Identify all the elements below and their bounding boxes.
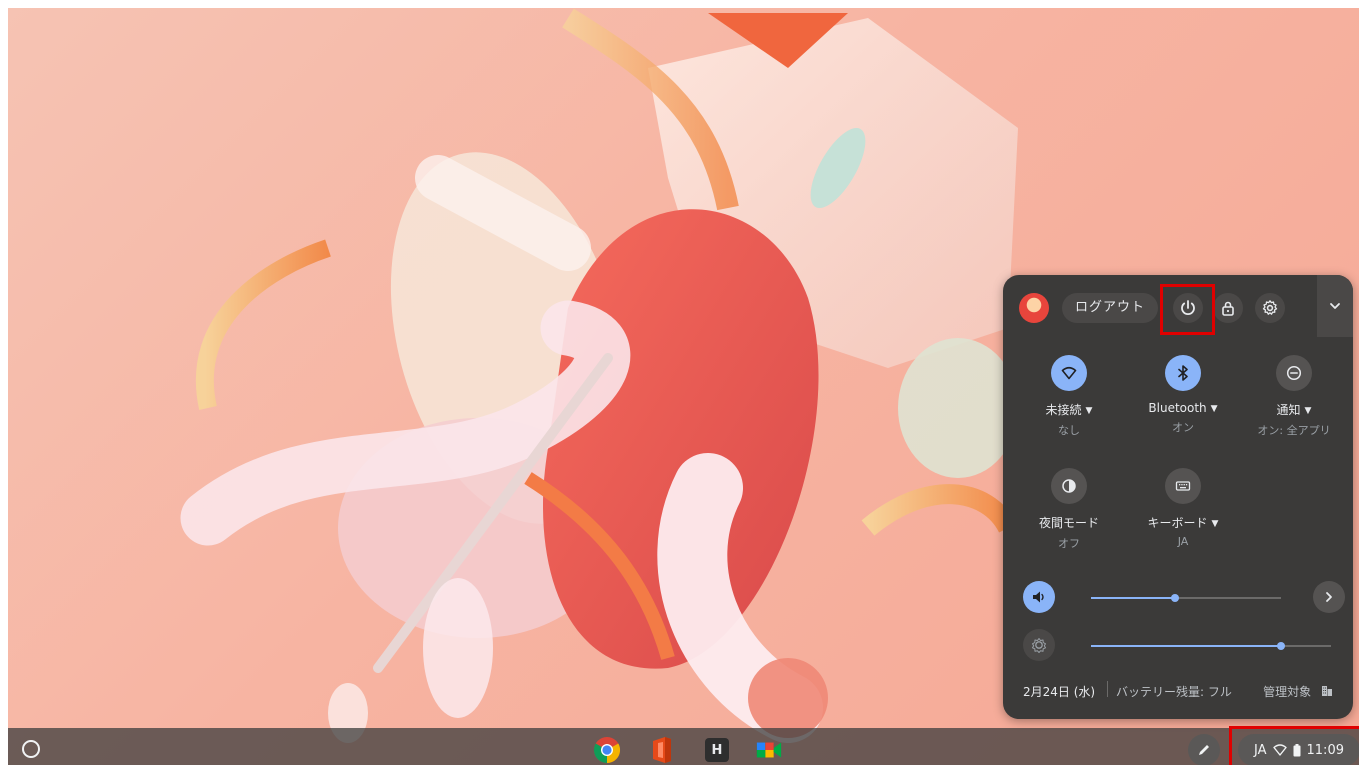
volume-slider-fill bbox=[1091, 597, 1175, 599]
shelf: H JA 11:09 bbox=[8, 728, 1360, 770]
shelf-app-office[interactable] bbox=[648, 736, 676, 764]
shelf-app-h[interactable]: H bbox=[703, 736, 731, 764]
launcher-button[interactable] bbox=[22, 740, 40, 758]
gear-icon bbox=[1262, 300, 1278, 315]
office-icon bbox=[653, 737, 671, 763]
bluetooth-tile-label[interactable]: Bluetooth ▼ bbox=[1128, 401, 1238, 415]
status-area-highlight bbox=[1229, 726, 1367, 773]
bluetooth-tile-status: オン bbox=[1172, 421, 1194, 434]
notifications-tile-status: オン: 全アプリ bbox=[1257, 424, 1331, 437]
quick-settings-footer: 2月24日 (水) バッテリー残量: フル 管理対象 bbox=[1003, 675, 1353, 705]
night-light-tile-label[interactable]: 夜間モード bbox=[1014, 514, 1124, 531]
bluetooth-icon bbox=[1178, 365, 1188, 381]
pen-icon bbox=[1199, 745, 1209, 755]
night-light-tile[interactable]: 夜間モード オフ bbox=[1014, 468, 1124, 551]
keyboard-tile[interactable]: キーボード ▼ JA bbox=[1128, 468, 1238, 548]
date-label[interactable]: 2月24日 (水) bbox=[1023, 683, 1095, 700]
audio-settings-button[interactable] bbox=[1313, 581, 1345, 613]
collapse-button[interactable] bbox=[1317, 275, 1353, 337]
notifications-toggle[interactable] bbox=[1276, 355, 1312, 391]
lock-icon bbox=[1222, 301, 1234, 316]
brightness-button bbox=[1023, 629, 1055, 661]
footer-divider bbox=[1107, 681, 1108, 697]
h-app-icon: H bbox=[705, 738, 729, 762]
avatar[interactable] bbox=[1019, 293, 1049, 323]
shelf-app-meet[interactable] bbox=[755, 736, 783, 764]
brightness-slider-row bbox=[1003, 627, 1353, 663]
lock-button[interactable] bbox=[1213, 293, 1243, 323]
volume-slider-thumb[interactable] bbox=[1171, 594, 1179, 602]
volume-slider-row bbox=[1003, 579, 1353, 615]
bluetooth-toggle[interactable] bbox=[1165, 355, 1201, 391]
stylus-tools-button[interactable] bbox=[1188, 734, 1220, 766]
managed-indicator[interactable]: 管理対象 bbox=[1263, 683, 1333, 700]
settings-button[interactable] bbox=[1255, 293, 1285, 323]
do-not-disturb-icon bbox=[1286, 365, 1302, 381]
brightness-icon bbox=[1032, 638, 1046, 653]
brightness-slider-thumb[interactable] bbox=[1277, 642, 1285, 650]
power-button-highlight bbox=[1160, 284, 1215, 335]
meet-icon bbox=[756, 742, 782, 758]
network-tile-label[interactable]: 未接続 ▼ bbox=[1014, 401, 1124, 418]
night-light-tile-status: オフ bbox=[1058, 537, 1080, 550]
managed-label: 管理対象 bbox=[1263, 685, 1312, 699]
keyboard-toggle[interactable] bbox=[1165, 468, 1201, 504]
volume-icon bbox=[1033, 591, 1044, 603]
enterprise-icon bbox=[1322, 686, 1332, 696]
brightness-slider-fill bbox=[1091, 645, 1281, 647]
battery-status: バッテリー残量: フル bbox=[1116, 685, 1232, 699]
night-light-icon bbox=[1062, 479, 1076, 493]
shelf-app-chrome[interactable] bbox=[593, 736, 621, 764]
chevron-down-icon bbox=[1330, 303, 1340, 309]
network-toggle[interactable] bbox=[1051, 355, 1087, 391]
volume-slider[interactable] bbox=[1091, 594, 1281, 602]
chrome-icon bbox=[593, 737, 621, 764]
notifications-tile-label[interactable]: 通知 ▼ bbox=[1239, 401, 1349, 418]
brightness-slider[interactable] bbox=[1091, 642, 1331, 650]
logout-button[interactable]: ログアウト bbox=[1062, 293, 1158, 323]
keyboard-icon bbox=[1175, 481, 1191, 491]
quick-settings-panel: ログアウト 未接続 ▼ なし Bluetooth ▼ オン 通知 ▼ オン: 全… bbox=[1003, 275, 1353, 719]
chevron-right-icon bbox=[1326, 592, 1332, 602]
network-tile-status: なし bbox=[1058, 424, 1080, 437]
notifications-tile[interactable]: 通知 ▼ オン: 全アプリ bbox=[1239, 355, 1349, 438]
network-tile[interactable]: 未接続 ▼ なし bbox=[1014, 355, 1124, 438]
night-light-toggle[interactable] bbox=[1051, 468, 1087, 504]
bluetooth-tile[interactable]: Bluetooth ▼ オン bbox=[1128, 355, 1238, 435]
mute-button[interactable] bbox=[1023, 581, 1055, 613]
keyboard-tile-status: JA bbox=[1177, 535, 1189, 548]
wifi-icon bbox=[1061, 366, 1077, 380]
keyboard-tile-label[interactable]: キーボード ▼ bbox=[1128, 514, 1238, 531]
